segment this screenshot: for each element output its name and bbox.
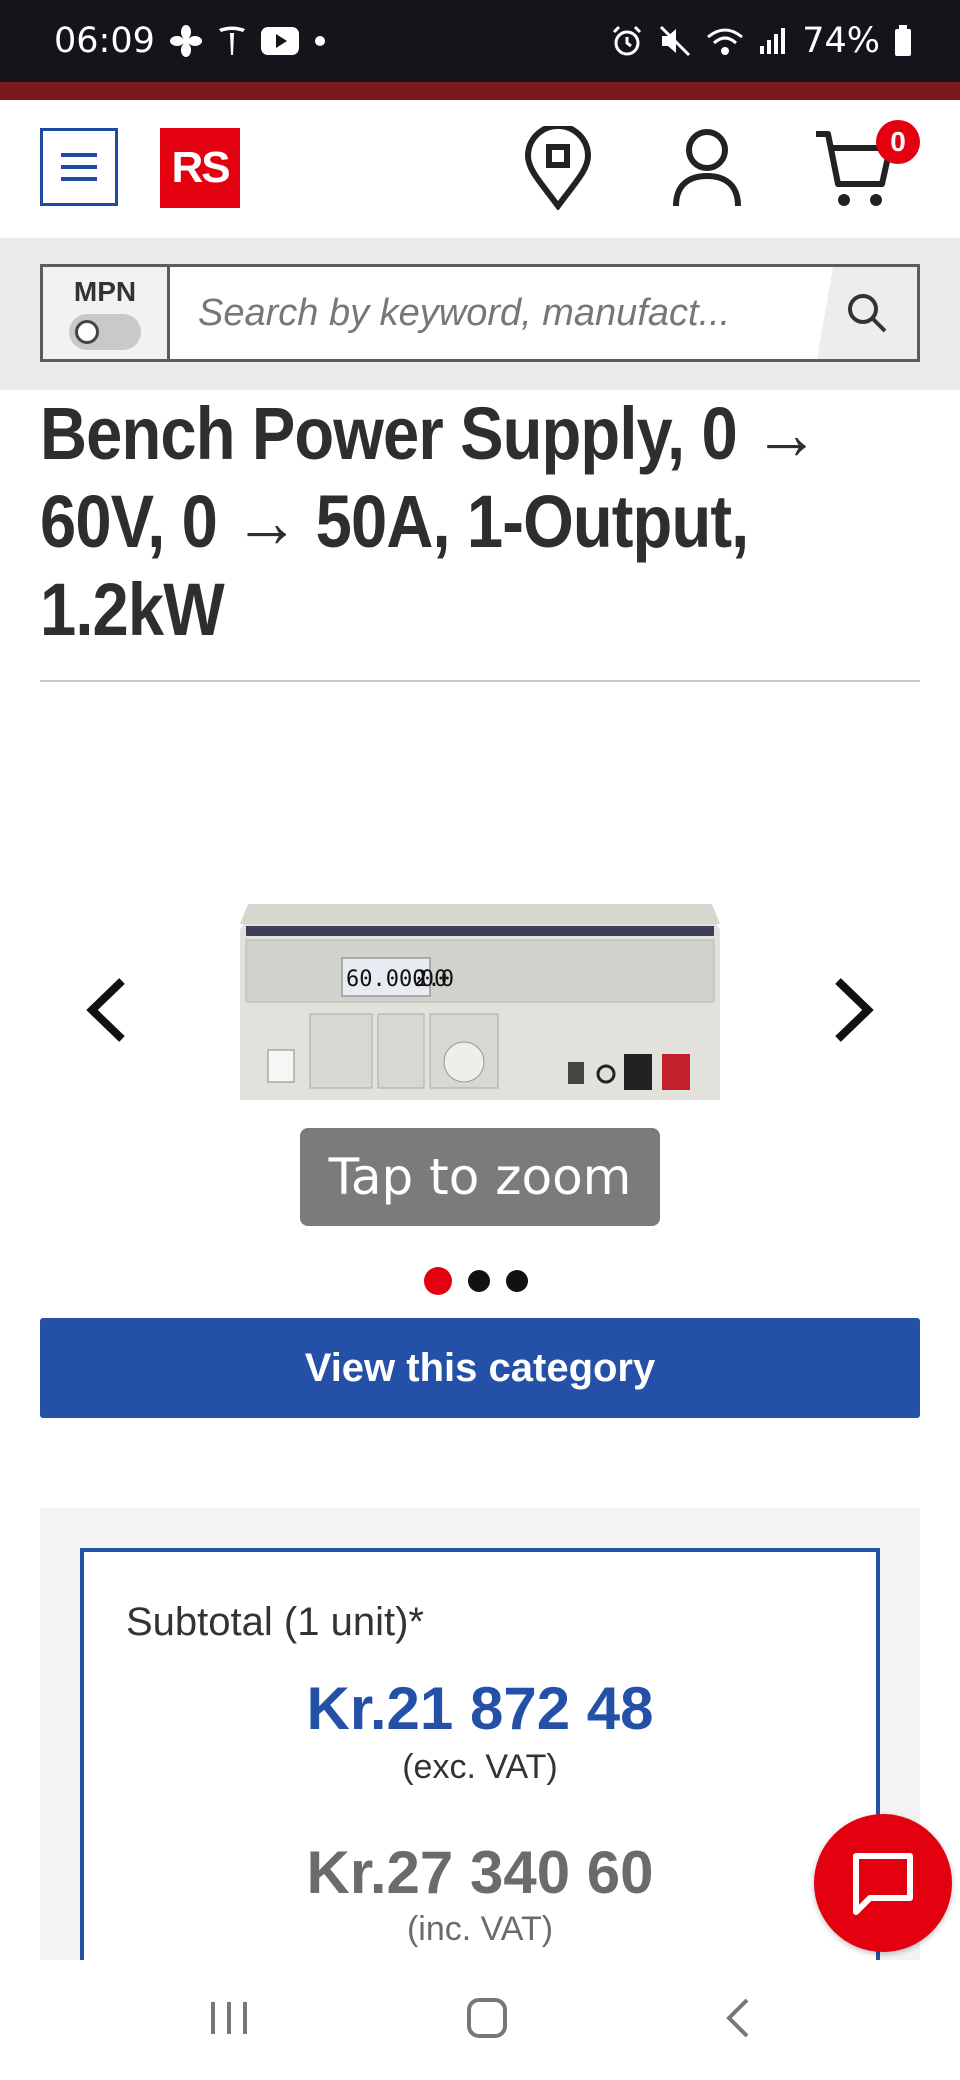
inc-vat-note: (inc. VAT) <box>406 1910 554 1948</box>
chat-icon <box>853 1853 913 1915</box>
carousel-dot-3[interactable] <box>506 1270 528 1292</box>
mpn-toggle[interactable] <box>69 314 141 350</box>
status-right: 74% <box>610 21 912 61</box>
carousel-dot-1[interactable] <box>424 1267 452 1295</box>
chevron-left-icon <box>86 978 125 1042</box>
price-inc-vat: Kr.27 340 60 <box>306 1839 654 1906</box>
menu-button[interactable] <box>40 128 118 206</box>
search-icon <box>848 294 887 333</box>
status-time: 06:09 <box>54 21 155 61</box>
toggle-knob <box>75 320 99 344</box>
carousel-prev-button[interactable] <box>84 975 128 1050</box>
product-image[interactable]: 60.000 20.00 <box>238 902 722 1102</box>
home-icon <box>467 1997 507 2038</box>
price-ex-vat: Kr.21 872 48 <box>306 1675 654 1742</box>
status-bar: 06:09 74% <box>0 0 960 82</box>
price-card: Subtotal (1 unit)* Kr.21 872 48 (exc. VA… <box>80 1548 880 1968</box>
battery-percent: 74% <box>802 21 880 61</box>
recent-apps-icon <box>211 2001 247 2034</box>
product-title-line-2: 60V, 0 → 50A, 1-Output, <box>40 480 749 563</box>
store-locator-button[interactable] <box>522 123 594 215</box>
ex-vat-note: (exc. VAT) <box>402 1748 558 1786</box>
price-panel: Subtotal (1 unit)* Kr.21 872 48 (exc. VA… <box>40 1508 920 1968</box>
battery-icon <box>894 25 912 57</box>
location-pin-icon <box>524 123 592 212</box>
tap-to-zoom-button[interactable]: Tap to zoom <box>300 1128 660 1226</box>
youtube-icon <box>260 27 299 55</box>
product-title: Bench Power Supply, 0 → 60V, 0 → 50A, 1-… <box>40 390 920 654</box>
product-title-line-1: Bench Power Supply, 0 → <box>40 392 819 475</box>
product-title-line-3: 1.2kW <box>40 568 225 651</box>
chat-button[interactable] <box>814 1814 952 1952</box>
tesla-icon <box>217 25 247 57</box>
wifi-icon <box>706 25 744 57</box>
alarm-icon <box>610 24 644 58</box>
view-category-button[interactable]: View this category <box>40 1318 920 1418</box>
mpn-label: MPN <box>73 276 137 307</box>
search-button[interactable] <box>817 267 917 359</box>
recent-apps-button[interactable] <box>207 1998 251 2043</box>
chevron-right-icon <box>835 978 874 1042</box>
search-bar-area: MPN <box>0 238 960 390</box>
system-nav-bar <box>0 1960 960 2080</box>
rs-logo[interactable]: RS <box>160 128 240 208</box>
carousel-dot-2[interactable] <box>468 1270 490 1292</box>
back-icon <box>726 1998 749 2037</box>
mpn-toggle-group[interactable]: MPN <box>43 267 170 359</box>
menu-icon <box>61 153 97 181</box>
status-left: 06:09 <box>54 21 327 61</box>
subtotal-label: Subtotal (1 unit)* <box>126 1600 424 1644</box>
signal-icon <box>758 26 788 56</box>
title-divider <box>40 680 920 682</box>
site-header: RS 0 <box>0 100 960 238</box>
search-box: MPN <box>40 264 920 362</box>
fan-icon <box>169 24 203 58</box>
back-button[interactable] <box>723 1996 753 2045</box>
home-button[interactable] <box>465 1996 509 2045</box>
carousel-next-button[interactable] <box>832 975 876 1050</box>
cart-count-badge: 0 <box>876 120 920 164</box>
mute-icon <box>658 24 692 58</box>
header-accent-line <box>0 82 960 100</box>
account-icon <box>673 129 741 207</box>
search-input[interactable] <box>170 267 817 359</box>
notification-dot-icon <box>313 34 327 48</box>
account-button[interactable] <box>670 126 744 215</box>
carousel-pagination <box>424 1267 528 1295</box>
psu-display-current: 20.00 <box>414 967 454 992</box>
